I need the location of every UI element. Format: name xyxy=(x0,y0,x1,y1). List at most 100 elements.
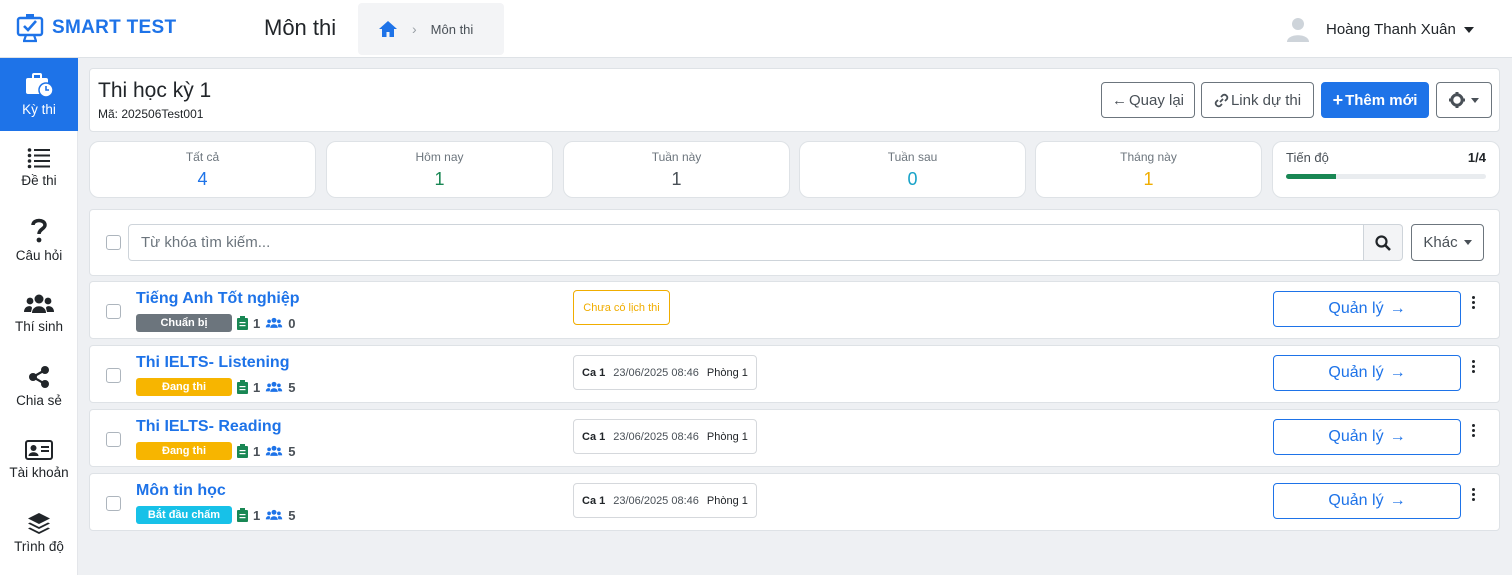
schedule-box: Ca 1 23/06/2025 08:46 Phòng 1 xyxy=(573,355,757,390)
manage-button[interactable]: Quản lý → xyxy=(1273,355,1461,391)
subject-meta: Đang thi 1 5 xyxy=(136,442,295,460)
subject-name-link[interactable]: Thi IELTS- Listening xyxy=(136,354,289,372)
candidate-count: 5 xyxy=(288,379,296,395)
shift-label: Ca 1 xyxy=(582,494,606,507)
sidebar-item-ky-thi[interactable]: Kỳ thi xyxy=(0,58,78,131)
caret-down-icon xyxy=(1471,97,1479,103)
kebab-menu-icon[interactable] xyxy=(1470,360,1476,373)
users-icon xyxy=(266,381,283,392)
row-checkbox[interactable] xyxy=(106,496,121,511)
app-logo[interactable]: SMART TEST xyxy=(14,12,176,44)
candidate-count: 5 xyxy=(288,443,296,459)
kebab-menu-icon[interactable] xyxy=(1470,424,1476,437)
search-bar: Khác xyxy=(89,209,1500,276)
stat-value: 0 xyxy=(907,169,918,189)
kebab-menu-icon[interactable] xyxy=(1470,488,1476,501)
subject-name-link[interactable]: Tiếng Anh Tốt nghiệp xyxy=(136,290,300,308)
clipboard-icon xyxy=(237,380,248,394)
stat-card-this-week[interactable]: Tuần này 1 xyxy=(563,141,790,198)
clipboard-icon xyxy=(237,316,248,330)
kebab-menu-icon[interactable] xyxy=(1470,296,1476,309)
candidate-count: 5 xyxy=(288,507,296,523)
search-button[interactable] xyxy=(1364,224,1403,261)
sidebar-item-chia-se[interactable]: Chia sẻ xyxy=(0,350,78,423)
sidebar-item-label: Tài khoản xyxy=(9,465,69,480)
sidebar-item-cau-hoi[interactable]: Câu hỏi xyxy=(0,204,78,277)
search-input[interactable] xyxy=(128,224,1364,261)
room-label: Phòng 1 xyxy=(706,366,748,379)
room-label: Phòng 1 xyxy=(706,494,748,507)
sidebar-item-tai-khoan[interactable]: Tài khoản xyxy=(0,423,78,496)
id-card-icon xyxy=(25,440,53,460)
users-icon xyxy=(266,317,283,328)
progress-card: Tiến độ 1/4 xyxy=(1272,141,1500,198)
stat-card-today[interactable]: Hôm nay 1 xyxy=(326,141,553,198)
subject-row: Thi IELTS- Listening Đang thi 1 5 Ca 1 2… xyxy=(89,345,1500,403)
progress-label: Tiến độ xyxy=(1286,150,1329,165)
gear-icon xyxy=(1449,92,1465,108)
sidebar-item-label: Trình độ xyxy=(14,539,64,554)
clipboard-icon xyxy=(237,508,248,522)
sidebar-item-thi-sinh[interactable]: Thí sinh xyxy=(0,277,78,350)
home-icon[interactable] xyxy=(378,20,398,38)
sidebar-item-trinh-do[interactable]: Trình độ xyxy=(0,496,78,569)
settings-button[interactable] xyxy=(1436,82,1492,118)
stat-card-this-month[interactable]: Tháng này 1 xyxy=(1035,141,1262,198)
progress-fill xyxy=(1286,174,1336,179)
shift-label: Ca 1 xyxy=(582,430,606,443)
subject-row: Thi IELTS- Reading Đang thi 1 5 Ca 1 23/… xyxy=(89,409,1500,467)
stat-label: Hôm nay xyxy=(415,150,464,164)
status-badge: Đang thi xyxy=(136,442,232,460)
exam-header: Thi học kỳ 1 Mã: 202506Test001 ← Quay lại… xyxy=(89,68,1500,132)
arrow-right-icon: → xyxy=(1389,364,1406,381)
status-badge: Chuẩn bị xyxy=(136,314,232,332)
add-new-button[interactable]: + Thêm mới xyxy=(1321,82,1429,118)
manage-button[interactable]: Quản lý → xyxy=(1273,483,1461,519)
link-icon xyxy=(1214,93,1229,107)
sidebar-item-label: Đề thi xyxy=(21,173,57,188)
paper-count: 1 xyxy=(253,379,261,395)
users-icon xyxy=(24,294,54,313)
subject-name-link[interactable]: Thi IELTS- Reading xyxy=(136,418,281,436)
subject-name-link[interactable]: Môn tin học xyxy=(136,482,226,500)
arrow-right-icon: → xyxy=(1389,492,1406,509)
stat-label: Tuần này xyxy=(651,150,702,164)
clipboard-icon xyxy=(237,444,248,458)
breadcrumb: › Môn thi xyxy=(358,3,504,55)
chevron-right-icon: › xyxy=(412,21,417,37)
sidebar: Kỳ thi Đề thi Câu hỏi Thí sinh Chia sẻ T… xyxy=(0,58,78,575)
subject-meta: Bắt đầu chấm 1 5 xyxy=(136,506,295,524)
room-label: Phòng 1 xyxy=(706,430,748,443)
stat-card-all[interactable]: Tất cả 4 xyxy=(89,141,316,198)
row-checkbox[interactable] xyxy=(106,432,121,447)
stat-label: Tuần sau xyxy=(887,150,938,164)
back-button[interactable]: ← Quay lại xyxy=(1101,82,1195,118)
layers-icon xyxy=(28,513,50,534)
arrow-left-icon: ← xyxy=(1111,91,1127,109)
plus-icon: + xyxy=(1332,89,1344,110)
page-title: Môn thi xyxy=(264,15,337,40)
row-checkbox[interactable] xyxy=(106,304,121,319)
row-checkbox[interactable] xyxy=(106,368,121,383)
manage-button[interactable]: Quản lý → xyxy=(1273,419,1461,455)
logo-icon xyxy=(16,14,44,43)
top-bar: SMART TEST Môn thi › Môn thi Hoàng Thanh… xyxy=(0,0,1512,58)
manage-button[interactable]: Quản lý → xyxy=(1273,291,1461,327)
select-all-checkbox[interactable] xyxy=(106,235,121,250)
search-icon xyxy=(1375,234,1391,251)
link-button[interactable]: Link dự thi xyxy=(1201,82,1314,118)
sidebar-item-label: Kỳ thi xyxy=(22,102,56,117)
sidebar-item-label: Thí sinh xyxy=(14,319,64,334)
arrow-right-icon: → xyxy=(1389,428,1406,445)
arrow-right-icon: → xyxy=(1389,300,1406,317)
schedule-datetime: 23/06/2025 08:46 xyxy=(613,494,699,507)
breadcrumb-current: Môn thi xyxy=(430,21,474,37)
stat-card-next-week[interactable]: Tuần sau 0 xyxy=(799,141,1026,198)
more-filter-button[interactable]: Khác xyxy=(1411,224,1484,261)
stat-value: 1 xyxy=(1143,169,1154,189)
question-icon xyxy=(31,218,47,243)
stat-value: 1 xyxy=(671,169,682,189)
progress-count: 1/4 xyxy=(1467,150,1486,165)
sidebar-item-de-thi[interactable]: Đề thi xyxy=(0,131,78,204)
user-menu[interactable]: Hoàng Thanh Xuân xyxy=(1286,16,1474,42)
